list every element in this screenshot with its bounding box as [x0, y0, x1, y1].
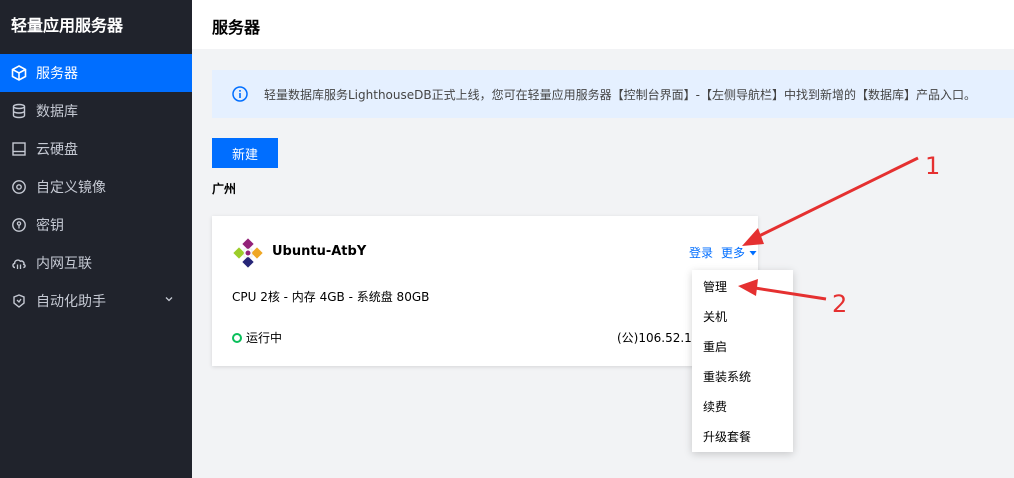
public-ip: (公)106.52.16 [617, 331, 697, 345]
menu-item-manage[interactable]: 管理 [692, 272, 793, 302]
notice-text: 轻量数据库服务LighthouseDB正式上线，您可在轻量应用服务器【控制台界面… [264, 87, 976, 102]
info-icon [232, 86, 248, 102]
sidebar-item-intranet[interactable]: 内网互联 [0, 244, 192, 282]
sidebar-item-database[interactable]: 数据库 [0, 92, 192, 130]
menu-item-upgrade[interactable]: 升级套餐 [692, 422, 793, 452]
menu-item-shutdown[interactable]: 关机 [692, 302, 793, 332]
cloud-link-icon [10, 254, 28, 272]
status-dot-icon [232, 332, 242, 343]
login-link[interactable]: 登录 [689, 244, 713, 261]
page-title: 服务器 [212, 18, 261, 37]
key-icon [10, 216, 28, 234]
sidebar-item-label: 数据库 [36, 104, 78, 120]
menu-item-renew[interactable]: 续费 [692, 392, 793, 422]
caret-down-icon [749, 250, 757, 255]
image-disc-icon [10, 178, 28, 196]
instance-card[interactable]: Ubuntu-AtbY 登录 更多 CPU 2核 - 内存 4GB - 系统盘 … [212, 216, 758, 366]
more-label: 更多 [720, 246, 745, 260]
chevron-down-icon[interactable] [164, 294, 174, 304]
status-text: 运行中 [246, 331, 283, 345]
region-label: 广州 [212, 182, 237, 196]
sidebar-item-label: 自动化助手 [36, 294, 106, 310]
notice-banner: 轻量数据库服务LighthouseDB正式上线，您可在轻量应用服务器【控制台界面… [212, 70, 1014, 118]
sidebar: 轻量应用服务器 服务器 数据库 云硬盘 自定义镜像 密钥 内网互联 自动化助手 [0, 0, 192, 478]
page-header: 服务器 [192, 0, 1014, 49]
annotation-label-1: 1 [925, 152, 941, 180]
annotation-label-2: 2 [832, 290, 848, 318]
instance-name[interactable]: Ubuntu-AtbY [272, 244, 366, 259]
instance-actions: 登录 更多 [689, 244, 758, 261]
status-badge: 运行中 [232, 329, 282, 346]
automation-icon [10, 292, 28, 310]
create-button[interactable]: 新建 [212, 138, 278, 168]
cube-icon [10, 64, 28, 82]
disk-icon [10, 140, 28, 158]
sidebar-item-label: 内网互联 [36, 256, 92, 272]
sidebar-item-label: 密钥 [36, 218, 64, 234]
sidebar-item-custom-image[interactable]: 自定义镜像 [0, 168, 192, 206]
more-menu: 管理 关机 重启 重装系统 续费 升级套餐 [692, 270, 793, 452]
database-icon [10, 102, 28, 120]
app-title: 轻量应用服务器 [11, 16, 124, 35]
sidebar-item-label: 云硬盘 [36, 142, 78, 158]
sidebar-item-label: 自定义镜像 [36, 180, 106, 196]
more-dropdown-trigger[interactable]: 更多 [721, 244, 758, 261]
sidebar-item-label: 服务器 [36, 66, 78, 82]
sidebar-item-servers[interactable]: 服务器 [0, 54, 192, 92]
instance-spec: CPU 2核 - 内存 4GB - 系统盘 80GB [232, 290, 430, 304]
sidebar-item-cloud-disk[interactable]: 云硬盘 [0, 130, 192, 168]
annotation-arrow-1 [742, 156, 919, 246]
sidebar-item-automation[interactable]: 自动化助手 [0, 282, 192, 320]
menu-item-reinstall[interactable]: 重装系统 [692, 362, 793, 392]
ubuntu-logo [233, 238, 263, 268]
sidebar-item-keys[interactable]: 密钥 [0, 206, 192, 244]
menu-item-restart[interactable]: 重启 [692, 332, 793, 362]
